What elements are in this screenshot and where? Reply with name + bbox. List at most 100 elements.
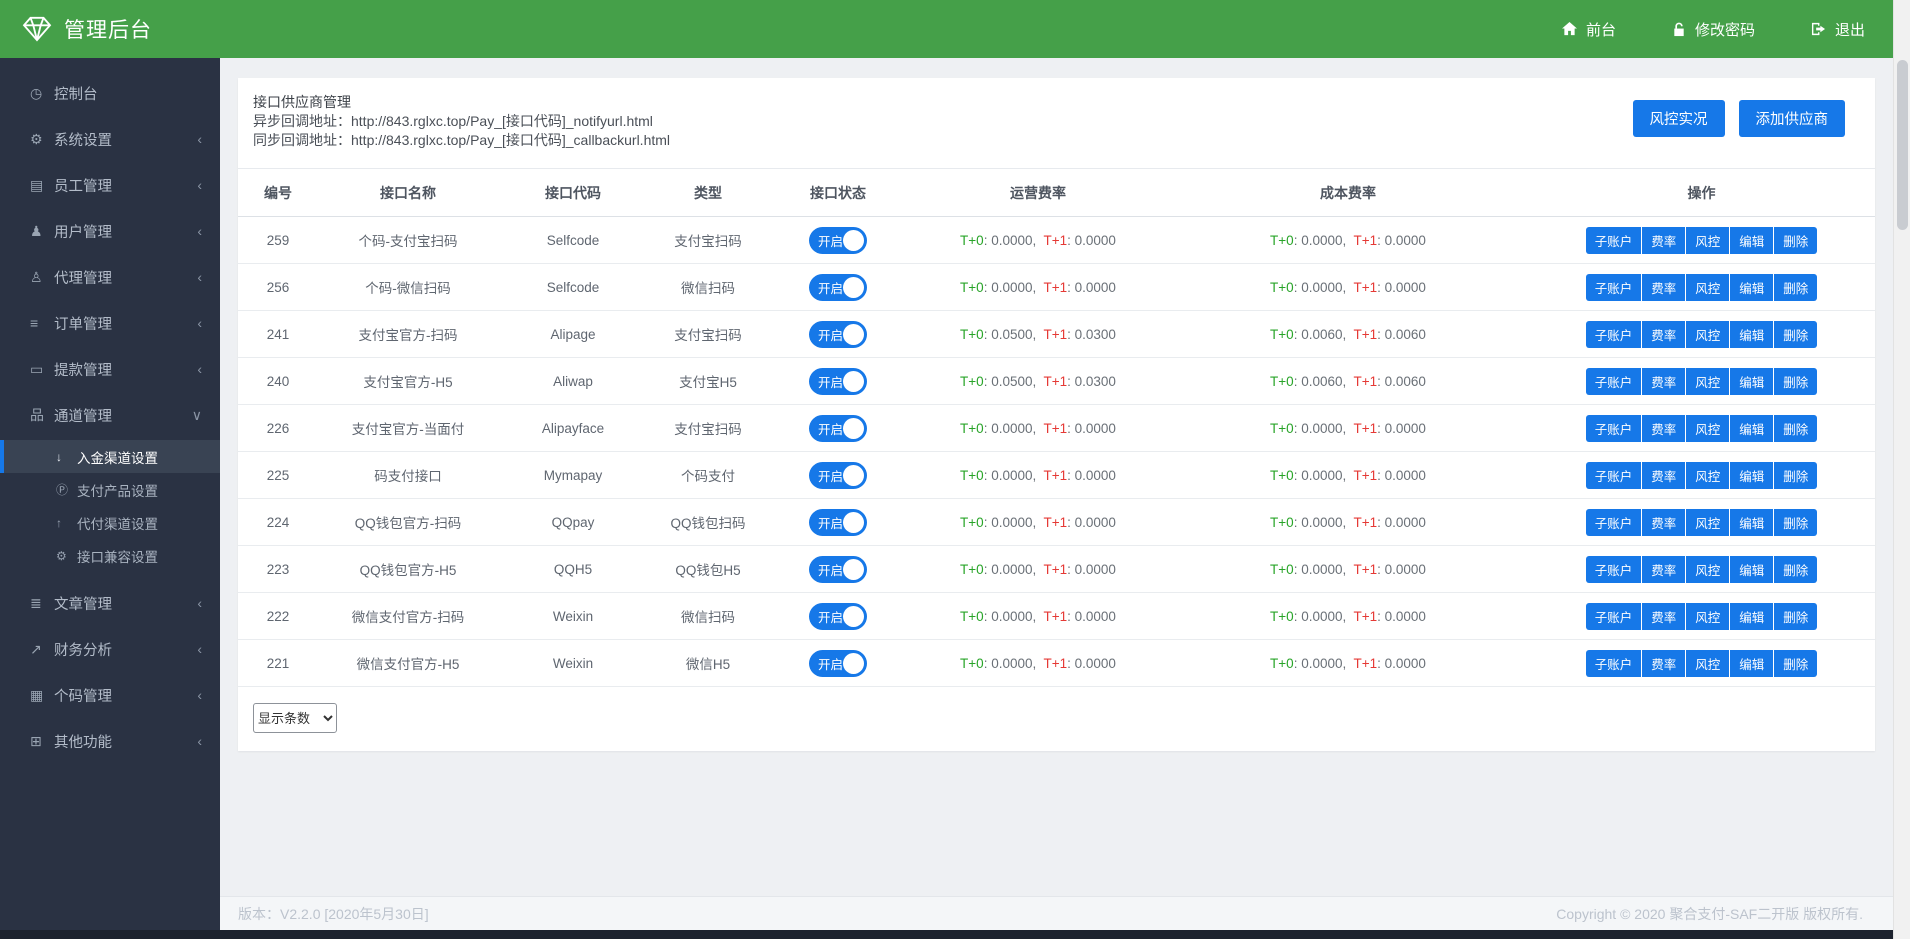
edit-button[interactable]: 编辑 <box>1730 650 1773 677</box>
rate-button[interactable]: 费率 <box>1642 368 1685 395</box>
table-row: 259个码-支付宝扫码Selfcode支付宝扫码开启T+0: 0.0000, T… <box>238 217 1875 264</box>
edit-button[interactable]: 编辑 <box>1730 603 1773 630</box>
rate-button[interactable]: 费率 <box>1642 415 1685 442</box>
edit-button[interactable]: 编辑 <box>1730 556 1773 583</box>
risk-button[interactable]: 风控 <box>1686 462 1729 489</box>
edit-button[interactable]: 编辑 <box>1730 415 1773 442</box>
subaccount-button[interactable]: 子账户 <box>1586 274 1642 301</box>
sidebar-subitem-deposit-channel[interactable]: ↓入金渠道设置 <box>0 440 220 473</box>
sidebar-subitem-pay-product[interactable]: Ⓟ支付产品设置 <box>0 473 220 506</box>
cell-name: 码支付接口 <box>318 452 498 499</box>
delete-button[interactable]: 删除 <box>1774 321 1817 348</box>
risk-button[interactable]: 风控 <box>1686 274 1729 301</box>
delete-button[interactable]: 删除 <box>1774 603 1817 630</box>
rate-button[interactable]: 费率 <box>1642 274 1685 301</box>
status-toggle[interactable]: 开启 <box>809 462 867 489</box>
wallet-icon: ▭ <box>30 361 54 378</box>
risk-button[interactable]: 风控 <box>1686 368 1729 395</box>
risk-button[interactable]: 风控 <box>1686 509 1729 536</box>
toggle-label: 开启 <box>818 607 843 626</box>
status-toggle[interactable]: 开启 <box>809 509 867 536</box>
risk-monitor-button[interactable]: 风控实况 <box>1633 100 1725 137</box>
edit-button[interactable]: 编辑 <box>1730 509 1773 536</box>
chevron-down-icon: ∨ <box>192 407 202 424</box>
sidebar-item-console[interactable]: ◷控制台 <box>0 70 220 116</box>
rate-button[interactable]: 费率 <box>1642 462 1685 489</box>
column-header: 运营费率 <box>908 169 1168 217</box>
cell-code: Selfcode <box>498 217 648 264</box>
sidebar-item-personal-code[interactable]: ▦个码管理‹ <box>0 672 220 718</box>
change-password-link[interactable]: 修改密码 <box>1672 19 1755 40</box>
edit-button[interactable]: 编辑 <box>1730 274 1773 301</box>
rate-button[interactable]: 费率 <box>1642 321 1685 348</box>
rate-button[interactable]: 费率 <box>1642 603 1685 630</box>
cell-name: QQ钱包官方-扫码 <box>318 499 498 546</box>
sidebar-item-orders[interactable]: ≡订单管理‹ <box>0 300 220 346</box>
edit-button[interactable]: 编辑 <box>1730 321 1773 348</box>
scrollbar-thumb[interactable] <box>1897 60 1908 230</box>
rate-button[interactable]: 费率 <box>1642 556 1685 583</box>
sidebar-item-agent[interactable]: ♙代理管理‹ <box>0 254 220 300</box>
frontend-link[interactable]: 前台 <box>1562 19 1616 40</box>
status-toggle[interactable]: 开启 <box>809 321 867 348</box>
sidebar-item-finance[interactable]: ↗财务分析‹ <box>0 626 220 672</box>
sidebar-item-other[interactable]: ⊞其他功能‹ <box>0 718 220 764</box>
chevron-left-icon: ‹ <box>197 131 202 147</box>
edit-button[interactable]: 编辑 <box>1730 227 1773 254</box>
status-toggle[interactable]: 开启 <box>809 415 867 442</box>
sidebar-item-withdraw[interactable]: ▭提款管理‹ <box>0 346 220 392</box>
edit-button[interactable]: 编辑 <box>1730 368 1773 395</box>
status-toggle[interactable]: 开启 <box>809 650 867 677</box>
delete-button[interactable]: 删除 <box>1774 650 1817 677</box>
subaccount-button[interactable]: 子账户 <box>1586 556 1642 583</box>
cell-cost-rate: T+0: 0.0060, T+1: 0.0060 <box>1168 358 1528 405</box>
delete-button[interactable]: 删除 <box>1774 368 1817 395</box>
subaccount-button[interactable]: 子账户 <box>1586 227 1642 254</box>
edit-button[interactable]: 编辑 <box>1730 462 1773 489</box>
status-toggle[interactable]: 开启 <box>809 368 867 395</box>
sidebar-subitem-payout-channel[interactable]: ↑代付渠道设置 <box>0 506 220 539</box>
t0-label: T+0 <box>1270 609 1294 624</box>
delete-button[interactable]: 删除 <box>1774 274 1817 301</box>
status-toggle[interactable]: 开启 <box>809 274 867 301</box>
subaccount-button[interactable]: 子账户 <box>1586 462 1642 489</box>
add-provider-button[interactable]: 添加供应商 <box>1739 100 1846 137</box>
risk-button[interactable]: 风控 <box>1686 603 1729 630</box>
rate-button[interactable]: 费率 <box>1642 650 1685 677</box>
rate-button[interactable]: 费率 <box>1642 509 1685 536</box>
risk-button[interactable]: 风控 <box>1686 321 1729 348</box>
sidebar-subitem-api-compat[interactable]: ⚙接口兼容设置 <box>0 539 220 572</box>
rate-button[interactable]: 费率 <box>1642 227 1685 254</box>
delete-button[interactable]: 删除 <box>1774 462 1817 489</box>
status-toggle[interactable]: 开启 <box>809 556 867 583</box>
sidebar-item-articles[interactable]: ≣文章管理‹ <box>0 580 220 626</box>
chevron-left-icon: ‹ <box>197 733 202 749</box>
subaccount-button[interactable]: 子账户 <box>1586 415 1642 442</box>
scrollbar-track[interactable] <box>1893 0 1910 939</box>
delete-button[interactable]: 删除 <box>1774 227 1817 254</box>
delete-button[interactable]: 删除 <box>1774 509 1817 536</box>
delete-button[interactable]: 删除 <box>1774 415 1817 442</box>
page-size-select[interactable]: 显示条数 <box>253 703 337 733</box>
sidebar-item-staff[interactable]: ▤员工管理‹ <box>0 162 220 208</box>
subaccount-button[interactable]: 子账户 <box>1586 509 1642 536</box>
t1-label: T+1 <box>1044 515 1068 530</box>
risk-button[interactable]: 风控 <box>1686 415 1729 442</box>
sidebar-item-users[interactable]: ♟用户管理‹ <box>0 208 220 254</box>
risk-button[interactable]: 风控 <box>1686 227 1729 254</box>
subaccount-button[interactable]: 子账户 <box>1586 603 1642 630</box>
cell-type: 支付宝扫码 <box>648 217 768 264</box>
delete-button[interactable]: 删除 <box>1774 556 1817 583</box>
sidebar-item-channel[interactable]: 品通道管理∨ <box>0 392 220 438</box>
status-toggle[interactable]: 开启 <box>809 227 867 254</box>
risk-button[interactable]: 风控 <box>1686 556 1729 583</box>
subaccount-button[interactable]: 子账户 <box>1586 321 1642 348</box>
status-toggle[interactable]: 开启 <box>809 603 867 630</box>
subaccount-button[interactable]: 子账户 <box>1586 368 1642 395</box>
logout-link[interactable]: 退出 <box>1811 19 1865 40</box>
t1-label: T+1 <box>1354 233 1378 248</box>
sidebar-item-system[interactable]: ⚙系统设置‹ <box>0 116 220 162</box>
risk-button[interactable]: 风控 <box>1686 650 1729 677</box>
column-header: 接口名称 <box>318 169 498 217</box>
subaccount-button[interactable]: 子账户 <box>1586 650 1642 677</box>
